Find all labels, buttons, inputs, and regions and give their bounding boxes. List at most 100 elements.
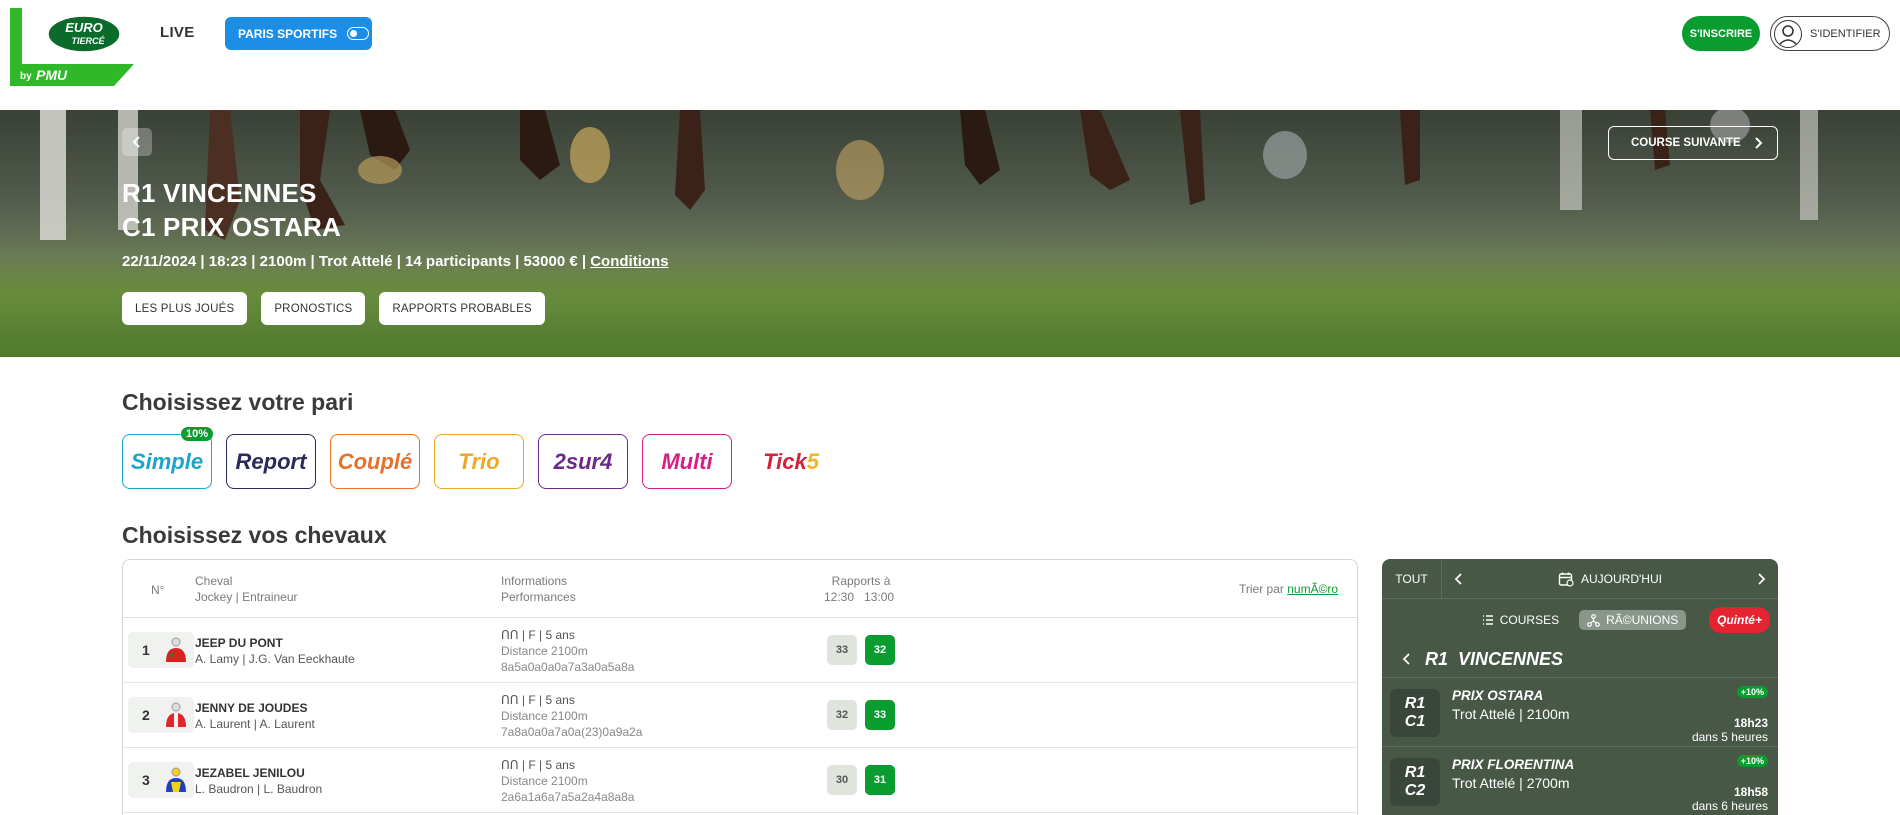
date-navigator: AUJOURD'HUI bbox=[1442, 571, 1778, 587]
paris-sportifs-label: PARIS SPORTIFS bbox=[238, 26, 338, 41]
bet-tick5-label: Tick bbox=[763, 448, 807, 474]
toggle-icon[interactable] bbox=[347, 27, 370, 40]
horse-name[interactable]: JENNY DE JOUDES bbox=[195, 700, 315, 716]
runner-number: 1 bbox=[142, 642, 150, 658]
odds-earlier: 30 bbox=[827, 765, 857, 795]
bet-report-button[interactable]: Report bbox=[226, 434, 316, 489]
reunion-code: R1 bbox=[1425, 648, 1449, 669]
list-icon bbox=[1482, 615, 1493, 625]
odds-current-button[interactable]: 32 bbox=[865, 635, 895, 665]
tout-filter-button[interactable]: TOUT bbox=[1382, 559, 1442, 599]
sort-label: Trier par bbox=[1239, 582, 1288, 596]
jockey-trainer: L. Baudron | L. Baudron bbox=[195, 782, 323, 796]
runner-performances: 2a6a1a6a7a5a2a4a8a8a bbox=[501, 790, 635, 804]
col-info-label: Informations bbox=[501, 574, 568, 588]
bet-tick5-suffix: 5 bbox=[806, 448, 819, 474]
col-info: Informations Performances bbox=[501, 573, 576, 605]
top-header: EURO TIERCÉ by PMU LIVE PARIS SPORTIFS S… bbox=[0, 0, 1900, 110]
bet-multi-button[interactable]: Multi bbox=[642, 434, 732, 489]
bet-simple-label: Simple bbox=[130, 448, 204, 474]
bet-couple-button[interactable]: Couplé bbox=[330, 434, 420, 489]
jockey-trainer: A. Lamy | J.G. Van Eeckhaute bbox=[195, 652, 355, 666]
race-info-text: 22/11/2024 | 18:23 | 2100m | Trot Attelé… bbox=[122, 253, 591, 270]
chevron-right-icon[interactable] bbox=[1756, 572, 1766, 586]
table-row[interactable]: 3 JEZABEL JENILOU L. Baudron | L. Baudro… bbox=[123, 748, 1357, 813]
race-type: Trot Attelé | 2100m bbox=[1452, 706, 1570, 722]
next-race-label: COURSE SUIVANTE bbox=[1631, 137, 1741, 149]
race-relative-time: dans 5 heures bbox=[1691, 730, 1768, 744]
runner-number: 2 bbox=[142, 707, 150, 723]
race-info-tabs: LES PLUS JOUÉS PRONOSTICS RAPPORTS PROBA… bbox=[122, 292, 545, 325]
bet-report-label: Report bbox=[235, 448, 307, 474]
panel-date-bar: TOUT AUJOURD'HUI bbox=[1382, 559, 1778, 599]
odds-current-button[interactable]: 33 bbox=[865, 700, 895, 730]
nav-live-link[interactable]: LIVE bbox=[160, 24, 195, 41]
bet-type-selector: Simple 10% Report Couplé Trio 2sur4 Mult… bbox=[122, 427, 836, 489]
odds-current-button[interactable]: 31 bbox=[865, 765, 895, 795]
pronostics-button[interactable]: PRONOSTICS bbox=[261, 292, 366, 325]
race-course-number: C1 bbox=[1404, 713, 1426, 730]
jockey-silk-icon bbox=[166, 767, 186, 792]
runner-details: ᑎᑎ | F | 5 ans bbox=[501, 693, 575, 707]
probable-odds-button[interactable]: RAPPORTS PROBABLES bbox=[379, 292, 545, 325]
runner-identity: JEZABEL JENILOU L. Baudron | L. Baudron bbox=[195, 765, 322, 797]
col-horse-label: Cheval bbox=[195, 574, 233, 588]
bonus-badge: +10% bbox=[1736, 755, 1768, 767]
table-row[interactable]: 1 JEEP DU PONT A. Lamy | J.G. Van Eeckha… bbox=[123, 618, 1357, 683]
current-date-label: AUJOURD'HUI bbox=[1581, 571, 1662, 586]
race-info: 22/11/2024 | 18:23 | 2100m | Trot Attelé… bbox=[122, 253, 669, 270]
reunion-header[interactable]: R1 VINCENNES bbox=[1382, 641, 1778, 677]
runners-table: N° Cheval Jockey | Entraineur Informatio… bbox=[122, 559, 1358, 815]
tab-reunions[interactable]: RÃ©UNIONS bbox=[1579, 610, 1687, 630]
quinte-filter-button[interactable]: Quinté+ bbox=[1708, 607, 1770, 633]
race-name-title: C1 PRIX OSTARA bbox=[122, 212, 342, 242]
race-code-badge: R1 C2 bbox=[1390, 758, 1440, 806]
race-name: PRIX OSTARA bbox=[1452, 688, 1544, 703]
runner-performances: 8a5a0a0a0a7a3a0a5a8a bbox=[501, 660, 635, 674]
bet-2sur4-button[interactable]: 2sur4 bbox=[538, 434, 628, 489]
race-list-item[interactable]: R1 C1 PRIX OSTARA Trot Attelé | 2100m +1… bbox=[1382, 677, 1778, 746]
next-race-button[interactable]: COURSE SUIVANTE bbox=[1608, 126, 1778, 160]
col-odds-label: Rapports à bbox=[831, 574, 891, 588]
race-hero-banner: R1 VINCENNES C1 PRIX OSTARA 22/11/2024 |… bbox=[0, 110, 1900, 357]
runner-details: ᑎᑎ | F | 5 ans bbox=[501, 628, 575, 642]
tab-courses[interactable]: COURSES bbox=[1474, 610, 1567, 630]
bet-simple-button[interactable]: Simple 10% bbox=[122, 427, 213, 489]
logo-by-text: by bbox=[20, 71, 32, 82]
jockey-trainer: A. Laurent | A. Laurent bbox=[195, 717, 315, 731]
bet-trio-label: Trio bbox=[458, 448, 500, 474]
conditions-link[interactable]: Conditions bbox=[590, 253, 668, 270]
chevron-left-icon bbox=[132, 136, 140, 148]
login-label: S'IDENTIFIER bbox=[1810, 27, 1881, 40]
table-row[interactable]: 2 JENNY DE JOUDES A. Laurent | A. Lauren… bbox=[123, 683, 1357, 748]
sort-by-number-link[interactable]: numÃ©ro bbox=[1287, 582, 1338, 596]
race-list-item[interactable]: R1 C2 PRIX FLORENTINA Trot Attelé | 2700… bbox=[1382, 746, 1778, 815]
signup-button[interactable]: S'INSCRIRE bbox=[1682, 16, 1760, 51]
chevron-left-icon[interactable] bbox=[1454, 572, 1464, 586]
odds-earlier: 33 bbox=[827, 635, 857, 665]
col-number: N° bbox=[151, 583, 165, 597]
network-icon bbox=[1587, 613, 1600, 627]
col-perf-label: Performances bbox=[501, 590, 576, 604]
login-button[interactable]: S'IDENTIFIER bbox=[1770, 16, 1890, 51]
runner-distance: Distance 2100m bbox=[501, 644, 588, 658]
bet-trio-button[interactable]: Trio bbox=[434, 434, 524, 489]
logo-tierce-text: TIERCÉ bbox=[71, 36, 105, 46]
bet-couple-label: Couplé bbox=[337, 448, 413, 474]
paris-sportifs-button[interactable]: PARIS SPORTIFS bbox=[225, 17, 372, 50]
horse-name[interactable]: JEEP DU PONT bbox=[195, 635, 355, 651]
most-played-button[interactable]: LES PLUS JOUÉS bbox=[122, 292, 248, 325]
tab-courses-label: COURSES bbox=[1499, 613, 1560, 627]
col-horse: Cheval Jockey | Entraineur bbox=[195, 573, 298, 605]
runner-number-box: 3 bbox=[128, 762, 194, 798]
previous-race-button[interactable] bbox=[122, 128, 152, 156]
bet-tick5-button[interactable]: Tick 5 bbox=[746, 434, 836, 489]
jockey-silk-icon bbox=[166, 702, 186, 727]
race-relative-time: dans 6 heures bbox=[1691, 799, 1768, 813]
current-date[interactable]: AUJOURD'HUI bbox=[1558, 571, 1662, 587]
horse-name[interactable]: JEZABEL JENILOU bbox=[195, 765, 322, 781]
bonus-badge: +10% bbox=[1736, 686, 1768, 698]
eurotierce-logo[interactable]: EURO TIERCÉ by PMU bbox=[10, 8, 134, 86]
runner-info: ᑎᑎ | F | 5 ans Distance 2100m 2a6a1a6a7a… bbox=[501, 757, 634, 805]
race-type: Trot Attelé | 2700m bbox=[1452, 775, 1570, 791]
